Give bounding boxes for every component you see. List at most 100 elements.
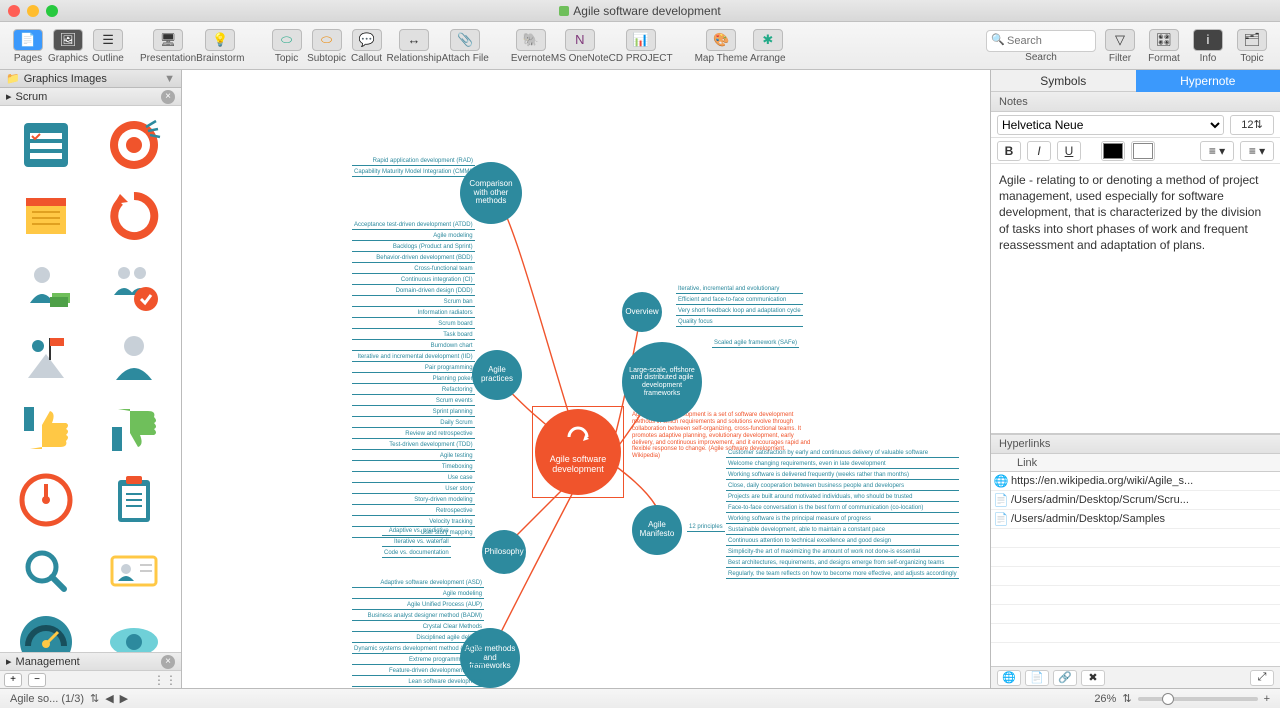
clip-clock-icon[interactable] [6, 467, 86, 532]
leaf-node[interactable]: Customer satisfaction by early and conti… [726, 450, 959, 458]
leaf-node[interactable]: Projects are built around motivated indi… [726, 494, 959, 502]
graphics-zoom-out[interactable]: − [28, 673, 46, 687]
leaf-node[interactable]: Code vs. documentation [382, 550, 451, 558]
leaf-node[interactable]: Working software is the principal measur… [726, 516, 959, 524]
hyperlink-row[interactable]: 📄/Users/admin/Desktop/Scrum/Scru... [991, 491, 1280, 510]
remove-link-button[interactable]: ✖ [1081, 670, 1105, 686]
relationship-button[interactable]: ↔Relationship [387, 26, 442, 66]
leaf-node[interactable]: Efficient and face-to-face communication [676, 297, 803, 305]
leaf-node[interactable]: Adaptive software development (ASD) [352, 580, 484, 588]
leaf-node[interactable]: Iterative and incremental development (I… [352, 354, 475, 362]
leaf-node[interactable]: Burndown chart [352, 343, 475, 351]
leaf-node[interactable]: Simplicity-the art of maximizing the amo… [726, 549, 959, 557]
leaf-node[interactable]: Cross-functional team [352, 266, 475, 274]
clip-note-icon[interactable] [6, 183, 86, 248]
notes-textarea[interactable]: Agile - relating to or denoting a method… [991, 164, 1280, 434]
graphics-button[interactable]: 🖼Graphics [48, 26, 88, 66]
graphics-zoom-in[interactable]: + [4, 673, 22, 687]
pages-button[interactable]: 📄Pages [8, 26, 48, 66]
leaf-node[interactable]: Working software is delivered frequently… [726, 472, 959, 480]
clip-user-icon[interactable] [94, 325, 174, 390]
clip-cycle-icon[interactable] [94, 183, 174, 248]
leaf-node[interactable]: Information radiators [352, 310, 475, 318]
fill-color-button[interactable] [1131, 141, 1155, 161]
leaf-node[interactable]: Dynamic systems development method (DSDM… [352, 646, 484, 654]
zoom-icon[interactable] [46, 5, 58, 17]
leaf-node[interactable]: Backlogs (Product and Sprint) [352, 244, 475, 252]
node-practices[interactable]: Agile practices [472, 350, 522, 400]
table-row[interactable] [991, 529, 1280, 548]
filter-button[interactable]: ▽Filter [1100, 26, 1140, 66]
leaf-node[interactable]: Pair programming [352, 365, 475, 373]
graphics-panel-header[interactable]: 📁 Graphics Images▼ [0, 70, 181, 88]
close-icon[interactable]: × [161, 90, 175, 104]
evernote-button[interactable]: 🐘Evernote [511, 26, 551, 66]
leaf-node[interactable]: Domain-driven design (DDD) [352, 288, 475, 296]
maptheme-button[interactable]: 🎨Map Theme [695, 26, 748, 66]
font-size-stepper[interactable]: 12 ⇅ [1230, 115, 1274, 135]
leaf-node[interactable]: Continuous attention to technical excell… [726, 538, 959, 546]
clip-checklist-icon[interactable] [6, 112, 86, 177]
add-filelink-button[interactable]: 📄 [1025, 670, 1049, 686]
text-color-button[interactable] [1101, 141, 1125, 161]
leaf-node[interactable]: Acceptance test-driven development (ATDD… [352, 222, 475, 230]
tab-hypernote[interactable]: Hypernote [1136, 70, 1280, 92]
cdproject-button[interactable]: 📊CD PROJECT [609, 26, 673, 66]
leaf-node[interactable]: Retrospective [352, 508, 475, 516]
leaf-node[interactable]: Timeboxing [352, 464, 475, 472]
leaf-node[interactable]: Extreme programming (XP) [352, 657, 484, 665]
table-row[interactable] [991, 624, 1280, 643]
leaf-node[interactable]: Agile modeling [352, 591, 484, 599]
add-topiclink-button[interactable]: 🔗 [1053, 670, 1077, 686]
minimize-icon[interactable] [27, 5, 39, 17]
leaf-node[interactable]: Face-to-face conversation is the best fo… [726, 505, 959, 513]
clip-team-gear-icon[interactable] [94, 254, 174, 319]
leaf-node[interactable]: Velocity tracking [352, 519, 475, 527]
onenote-button[interactable]: NMS OneNote [551, 26, 609, 66]
tab-symbols[interactable]: Symbols [991, 70, 1136, 92]
align-button[interactable]: ≡ ▾ [1240, 141, 1274, 161]
leaf-node[interactable]: Iterative, incremental and evolutionary [676, 286, 803, 294]
leaf-node[interactable]: Disciplined agile delivery [352, 635, 484, 643]
format-button[interactable]: 🎛Format [1144, 26, 1184, 66]
leaf-node[interactable]: Scaled agile framework (SAFe) [712, 340, 799, 348]
topic-panel-button[interactable]: 🗂Topic [1232, 26, 1272, 66]
leaf-node[interactable]: Iterative vs. waterfall [382, 539, 451, 547]
underline-button[interactable]: U [1057, 141, 1081, 161]
leaf-node[interactable]: Refactoring [352, 387, 475, 395]
leaf-node[interactable]: Behavior-driven development (BDD) [352, 255, 475, 263]
list-button[interactable]: ≡ ▾ [1200, 141, 1234, 161]
leaf-node[interactable]: Use case [352, 475, 475, 483]
leaf-node[interactable]: Capability Maturity Model Integration (C… [352, 169, 475, 177]
leaf-node[interactable]: Very short feedback loop and adaptation … [676, 308, 803, 316]
close-icon[interactable]: × [161, 655, 175, 669]
leaf-node[interactable]: Feature-driven development (FDD) [352, 668, 484, 676]
clip-magnifier-icon[interactable] [6, 538, 86, 603]
page-stepper-icon[interactable]: ⇅ [90, 692, 99, 705]
arrange-button[interactable]: ✱Arrange [748, 26, 788, 66]
leaf-node[interactable]: Agile Unified Process (AUP) [352, 602, 484, 610]
node-overview[interactable]: Overview [622, 292, 662, 332]
leaf-node[interactable]: Continuous integration (CI) [352, 277, 475, 285]
italic-button[interactable]: I [1027, 141, 1051, 161]
leaf-node[interactable]: Regularly, the team reflects on how to b… [726, 571, 959, 579]
leaf-node[interactable]: Scrum events [352, 398, 475, 406]
add-weblink-button[interactable]: 🌐 [997, 670, 1021, 686]
leaf-node[interactable]: Adaptive vs. predictive [382, 528, 451, 536]
leaf-node[interactable]: Quality focus [676, 319, 803, 327]
node-manifesto[interactable]: Agile Manifesto [632, 505, 682, 555]
table-row[interactable] [991, 548, 1280, 567]
leaf-node[interactable]: Lean software development [352, 679, 484, 687]
leaf-node[interactable]: 12 principles [687, 524, 725, 532]
graphics-category-management[interactable]: ▸ Management× [0, 652, 181, 670]
leaf-node[interactable]: Best architectures, requirements, and de… [726, 560, 959, 568]
table-row[interactable] [991, 605, 1280, 624]
clip-clipboard-icon[interactable] [94, 467, 174, 532]
bold-button[interactable]: B [997, 141, 1021, 161]
leaf-node[interactable]: Business analyst designer method (BADM) [352, 613, 484, 621]
page-next-icon[interactable]: ▶ [120, 692, 128, 705]
expand-button[interactable]: ⤢ [1250, 670, 1274, 686]
clip-target-icon[interactable] [94, 112, 174, 177]
hyperlink-row[interactable]: 🌐https://en.wikipedia.org/wiki/Agile_s..… [991, 472, 1280, 491]
zoom-slider[interactable] [1138, 697, 1258, 701]
